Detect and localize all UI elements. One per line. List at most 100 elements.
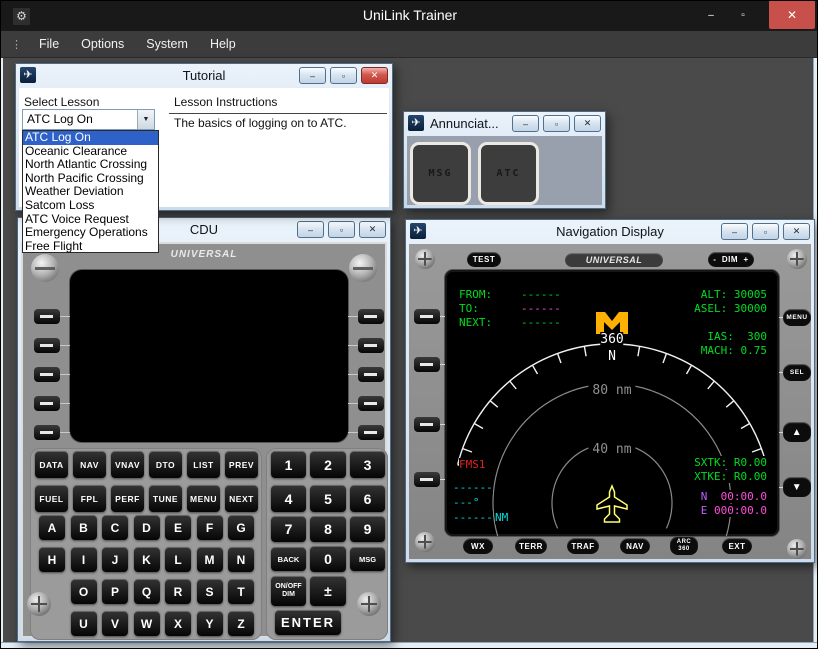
key-i[interactable]: I	[71, 547, 97, 572]
close-icon[interactable]: ✕	[359, 221, 386, 238]
line-select-key[interactable]	[358, 338, 384, 353]
menu-options[interactable]: Options	[70, 31, 135, 58]
maximize-icon[interactable]: ▫	[330, 67, 357, 84]
lesson-option[interactable]: Oceanic Clearance	[23, 145, 158, 159]
line-select-key[interactable]	[34, 425, 60, 440]
maximize-icon[interactable]: ▫	[731, 7, 755, 25]
line-select-key[interactable]	[34, 338, 60, 353]
key-z[interactable]: Z	[228, 611, 254, 636]
menu-system[interactable]: System	[135, 31, 199, 58]
key-l[interactable]: L	[165, 547, 191, 572]
menu-file[interactable]: File	[28, 31, 70, 58]
key-e[interactable]: E	[165, 515, 191, 540]
down-arrow-button[interactable]: ▼	[783, 477, 811, 497]
minimize-icon[interactable]: –	[699, 7, 723, 25]
line-select-key[interactable]	[358, 425, 384, 440]
minimize-icon[interactable]: –	[512, 115, 539, 132]
sel-button[interactable]: SEL	[783, 364, 811, 381]
key-f[interactable]: F	[197, 515, 223, 540]
key-fuel[interactable]: FUEL	[35, 485, 68, 512]
lesson-option[interactable]: Satcom Loss	[23, 199, 158, 213]
key-4[interactable]: 4	[271, 485, 306, 512]
line-select-key[interactable]	[34, 396, 60, 411]
lesson-option[interactable]: Free Flight	[23, 240, 158, 254]
lesson-option[interactable]: Emergency Operations	[23, 226, 158, 240]
nd-bezel-key[interactable]	[414, 417, 440, 432]
cdu-knob-left[interactable]	[31, 254, 59, 282]
line-select-key[interactable]	[358, 367, 384, 382]
key-k[interactable]: K	[134, 547, 160, 572]
minimize-icon[interactable]: –	[721, 223, 748, 240]
menu-help[interactable]: Help	[199, 31, 247, 58]
msg-annunciator-button[interactable]: MSG	[410, 142, 471, 205]
minimize-icon[interactable]: –	[299, 67, 326, 84]
key-3[interactable]: 3	[350, 451, 385, 478]
line-select-key[interactable]	[34, 367, 60, 382]
key-r[interactable]: R	[165, 579, 191, 604]
nd-bezel-key[interactable]	[414, 472, 440, 487]
menu-grip-icon[interactable]: ⋮	[11, 38, 22, 51]
key-back[interactable]: BACK	[271, 547, 306, 571]
key-t[interactable]: T	[228, 579, 254, 604]
airplane-icon[interactable]: ✈	[408, 115, 424, 131]
lesson-option[interactable]: Weather Deviation	[23, 185, 158, 199]
key-u[interactable]: U	[71, 611, 97, 636]
wx-button[interactable]: WX	[463, 538, 493, 554]
cdu-knob-right[interactable]	[349, 254, 377, 282]
key-j[interactable]: J	[102, 547, 128, 572]
key-prev[interactable]: PREV	[225, 451, 258, 478]
traf-button[interactable]: TRAF	[567, 538, 599, 554]
key-vnav[interactable]: VNAV	[111, 451, 144, 478]
key-a[interactable]: A	[39, 515, 65, 540]
atc-annunciator-button[interactable]: ATC	[478, 142, 539, 205]
key-p[interactable]: P	[102, 579, 128, 604]
lesson-option[interactable]: North Pacific Crossing	[23, 172, 158, 186]
nd-bezel-key[interactable]	[414, 357, 440, 372]
lesson-option[interactable]: ATC Voice Request	[23, 213, 158, 227]
test-button[interactable]: TEST	[467, 252, 501, 267]
key-h[interactable]: H	[39, 547, 65, 572]
arc-360-button[interactable]: ARC 360	[670, 536, 698, 555]
lesson-option[interactable]: North Atlantic Crossing	[23, 158, 158, 172]
key-o[interactable]: O	[71, 579, 97, 604]
line-select-key[interactable]	[358, 396, 384, 411]
key-fpl[interactable]: FPL	[73, 485, 106, 512]
key-perf[interactable]: PERF	[111, 485, 144, 512]
annunciator-titlebar[interactable]: ✈ Annunciat... – ▫ ✕	[404, 112, 605, 135]
close-icon[interactable]: ✕	[783, 223, 810, 240]
menu-button[interactable]: MENU	[783, 309, 811, 326]
close-icon[interactable]: ✕	[361, 67, 388, 84]
key-9[interactable]: 9	[350, 516, 385, 542]
lesson-combobox[interactable]: ATC Log On ▼	[22, 109, 155, 130]
key-msg[interactable]: MSG	[350, 547, 385, 571]
maximize-icon[interactable]: ▫	[752, 223, 779, 240]
nav-display-titlebar[interactable]: ✈ Navigation Display – ▫ ✕	[406, 220, 814, 243]
key-v[interactable]: V	[102, 611, 128, 636]
key-next[interactable]: NEXT	[225, 485, 258, 512]
tutorial-titlebar[interactable]: ✈ Tutorial – ▫ ✕	[16, 64, 392, 87]
key-g[interactable]: G	[228, 515, 254, 540]
key-d[interactable]: D	[134, 515, 160, 540]
key-data[interactable]: DATA	[35, 451, 68, 478]
key-menu[interactable]: MENU	[187, 485, 220, 512]
key-list[interactable]: LIST	[187, 451, 220, 478]
key-n[interactable]: N	[228, 547, 254, 572]
key-dto[interactable]: DTO	[149, 451, 182, 478]
key-y[interactable]: Y	[197, 611, 223, 636]
dim-button[interactable]: - DIM +	[708, 252, 754, 267]
maximize-icon[interactable]: ▫	[543, 115, 570, 132]
terr-button[interactable]: TERR	[515, 538, 547, 554]
key-6[interactable]: 6	[350, 485, 385, 512]
ext-button[interactable]: EXT	[722, 538, 752, 554]
key-enter[interactable]: ENTER	[275, 610, 341, 635]
key-s[interactable]: S	[197, 579, 223, 604]
close-icon[interactable]: ✕	[769, 1, 815, 29]
main-titlebar[interactable]: ⚙ UniLink Trainer – ▫ ✕	[1, 1, 818, 31]
chevron-down-icon[interactable]: ▼	[137, 110, 154, 129]
key-7[interactable]: 7	[271, 516, 306, 542]
key-5[interactable]: 5	[310, 485, 346, 512]
line-select-key[interactable]	[34, 309, 60, 324]
key-b[interactable]: B	[71, 515, 97, 540]
nav-button[interactable]: NAV	[620, 538, 650, 554]
key-q[interactable]: Q	[134, 579, 160, 604]
